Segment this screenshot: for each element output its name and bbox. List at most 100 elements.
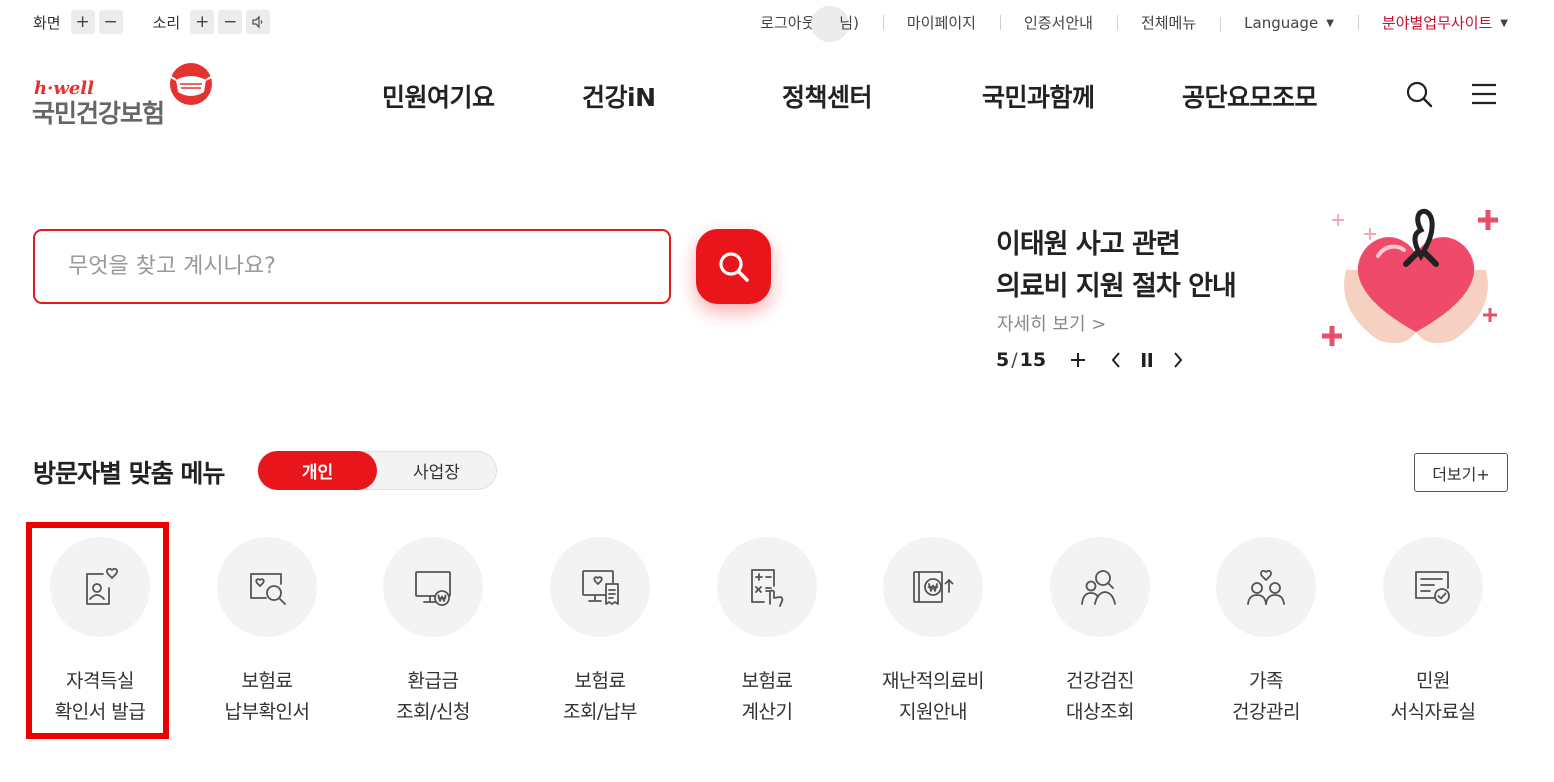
- search-input[interactable]: [68, 254, 636, 279]
- menu-item-catastrophic-medical[interactable]: 재난적의료비 지원안내: [850, 537, 1016, 728]
- menu-item-label-line1: 보험료: [741, 670, 793, 692]
- dropdown-triangle-icon: ▼: [1326, 17, 1334, 29]
- banner-page-separator: /: [1011, 349, 1018, 371]
- gnb-item-civil[interactable]: 민원여기요: [382, 78, 495, 114]
- form-check-icon: [1415, 571, 1450, 604]
- menu-item-payment-certificate[interactable]: 보험료 납부확인서: [184, 537, 350, 728]
- sound-label: 소리: [152, 13, 181, 32]
- menu-item-premium-calculator[interactable]: 보험료 계산기: [684, 537, 850, 728]
- banner-next-button[interactable]: [1172, 351, 1184, 369]
- logout-link[interactable]: 로그아웃(님): [736, 5, 883, 42]
- plus-icon: [1071, 353, 1086, 367]
- sound-group: 소리 + −: [153, 10, 271, 34]
- menu-item-icon-circle: [883, 537, 983, 637]
- menu-item-label: 보험료 계산기: [684, 666, 850, 728]
- field-site-label: 분야별업무사이트: [1381, 14, 1493, 32]
- menu-item-family-health[interactable]: 가족 건강관리: [1183, 537, 1349, 728]
- mypage-link[interactable]: 마이페이지: [882, 12, 1000, 33]
- banner-prev-button[interactable]: [1110, 351, 1122, 369]
- logo-name-text: 국민건강보험: [32, 99, 165, 128]
- language-label: Language: [1244, 13, 1319, 32]
- banner-view-all-button[interactable]: [1070, 352, 1086, 368]
- menu-item-label-line2: 계산기: [741, 701, 793, 723]
- menu-item-label-line2: 지원안내: [899, 701, 967, 723]
- language-select[interactable]: Language ▼: [1220, 14, 1358, 32]
- menu-item-refund[interactable]: 환급금 조회/신청: [350, 537, 516, 728]
- banner-title[interactable]: 이태원 사고 관련 의료비 지원 절차 안내: [996, 224, 1237, 308]
- tab-business[interactable]: 사업장: [377, 452, 496, 489]
- calculator-icon: [751, 569, 784, 607]
- menu-item-icon-circle: [717, 537, 817, 637]
- tab-personal[interactable]: 개인: [258, 451, 377, 490]
- menu-item-health-checkup[interactable]: 건강검진 대상조회: [1017, 537, 1183, 728]
- volume-up-button[interactable]: +: [190, 10, 215, 34]
- highlight-box: [26, 522, 169, 739]
- logout-suffix: 님): [839, 14, 859, 32]
- speaker-icon[interactable]: [246, 10, 271, 34]
- menu-item-icon-circle: [383, 537, 483, 637]
- monitor-won-icon: [415, 571, 451, 606]
- people-search-icon: [1081, 570, 1116, 605]
- menu-item-icon-circle: [1383, 537, 1483, 637]
- visitor-type-toggle: 개인 사업장: [257, 451, 497, 490]
- search-field: [33, 229, 671, 304]
- accessibility-controls: 화면 + − 소리 + −: [33, 10, 271, 34]
- volume-down-button[interactable]: −: [218, 10, 243, 34]
- screen-zoom-group: 화면 + −: [33, 10, 123, 34]
- menu-item-label-line2: 대상조회: [1066, 701, 1134, 723]
- screen-zoom-in-button[interactable]: +: [70, 10, 95, 34]
- menu-item-label-line1: 보험료: [241, 670, 293, 692]
- family-heart-icon: [1247, 569, 1285, 605]
- menu-item-icon-circle: [217, 537, 317, 637]
- field-site-select[interactable]: 분야별업무사이트 ▼: [1357, 12, 1508, 33]
- chevron-right-icon: [1174, 352, 1183, 368]
- menu-item-label: 건강검진 대상조회: [1017, 666, 1183, 728]
- gnb-item-health-in[interactable]: 건강iN: [582, 78, 656, 114]
- ribbon-heart-hands-illustration: [1322, 208, 1498, 346]
- banner-pager: 5/15: [996, 349, 1184, 371]
- search-icon[interactable]: [1405, 80, 1433, 108]
- menu-item-icon-circle: [1050, 537, 1150, 637]
- gnb-item-with-public[interactable]: 국민과함께: [982, 78, 1095, 114]
- chevron-left-icon: [1111, 352, 1120, 368]
- banner-page-indicator: 5/15: [996, 349, 1046, 371]
- banner-current-page: 5: [996, 349, 1010, 371]
- banner-title-line1: 이태원 사고 관련: [996, 229, 1181, 260]
- all-menu-link[interactable]: 전체메뉴: [1116, 12, 1220, 33]
- dropdown-triangle-icon: ▼: [1500, 18, 1508, 29]
- banner-more-link[interactable]: 자세히 보기 >: [997, 310, 1106, 336]
- gnb-item-about[interactable]: 공단요모조모: [1182, 78, 1318, 114]
- search-button[interactable]: [696, 229, 771, 304]
- menu-item-label-line2: 서식자료실: [1390, 701, 1476, 723]
- monitor-receipt-icon: [582, 570, 619, 605]
- document-search-icon: [250, 573, 286, 605]
- hamburger-menu-icon[interactable]: [1470, 80, 1498, 108]
- menu-item-label-line1: 가족: [1249, 670, 1283, 692]
- screen-label: 화면: [33, 13, 61, 32]
- menu-item-label-line1: 환급금: [407, 670, 459, 692]
- menu-item-label-line1: 재난적의료비: [882, 670, 984, 692]
- banner-pause-button[interactable]: [1140, 352, 1154, 368]
- search-icon: [718, 251, 749, 282]
- menu-item-label-line2: 조회/신청: [396, 701, 470, 723]
- logo-mask-mark-icon: [170, 63, 212, 105]
- more-menu-button[interactable]: 더보기+: [1414, 453, 1508, 492]
- menu-item-premium-payment[interactable]: 보험료 조회/납부: [517, 537, 683, 728]
- menu-item-label: 보험료 조회/납부: [517, 666, 683, 728]
- certificate-guide-link[interactable]: 인증서안내: [999, 12, 1117, 33]
- menu-item-label: 환급금 조회/신청: [350, 666, 516, 728]
- menu-item-label-line2: 조회/납부: [563, 701, 637, 723]
- utility-links: 로그아웃(님) 마이페이지 인증서안내 전체메뉴 Language ▼ 분야별업무…: [736, 5, 1508, 42]
- gnb-item-policy[interactable]: 정책센터: [782, 78, 873, 114]
- site-logo[interactable]: h·well 국민건강보험: [32, 62, 222, 132]
- menu-item-label-line2: 납부확인서: [224, 701, 310, 723]
- menu-item-label-line2: 건강관리: [1232, 701, 1300, 723]
- menu-item-civil-forms[interactable]: 민원 서식자료실: [1350, 537, 1516, 728]
- screen-zoom-out-button[interactable]: −: [98, 10, 123, 34]
- book-won-icon: [913, 571, 954, 603]
- pause-icon: [1142, 353, 1153, 367]
- menu-item-label: 보험료 납부확인서: [184, 666, 350, 728]
- banner-title-line2: 의료비 지원 절차 안내: [996, 271, 1237, 302]
- menu-item-icon-circle: [1216, 537, 1316, 637]
- menu-item-label: 민원 서식자료실: [1350, 666, 1516, 728]
